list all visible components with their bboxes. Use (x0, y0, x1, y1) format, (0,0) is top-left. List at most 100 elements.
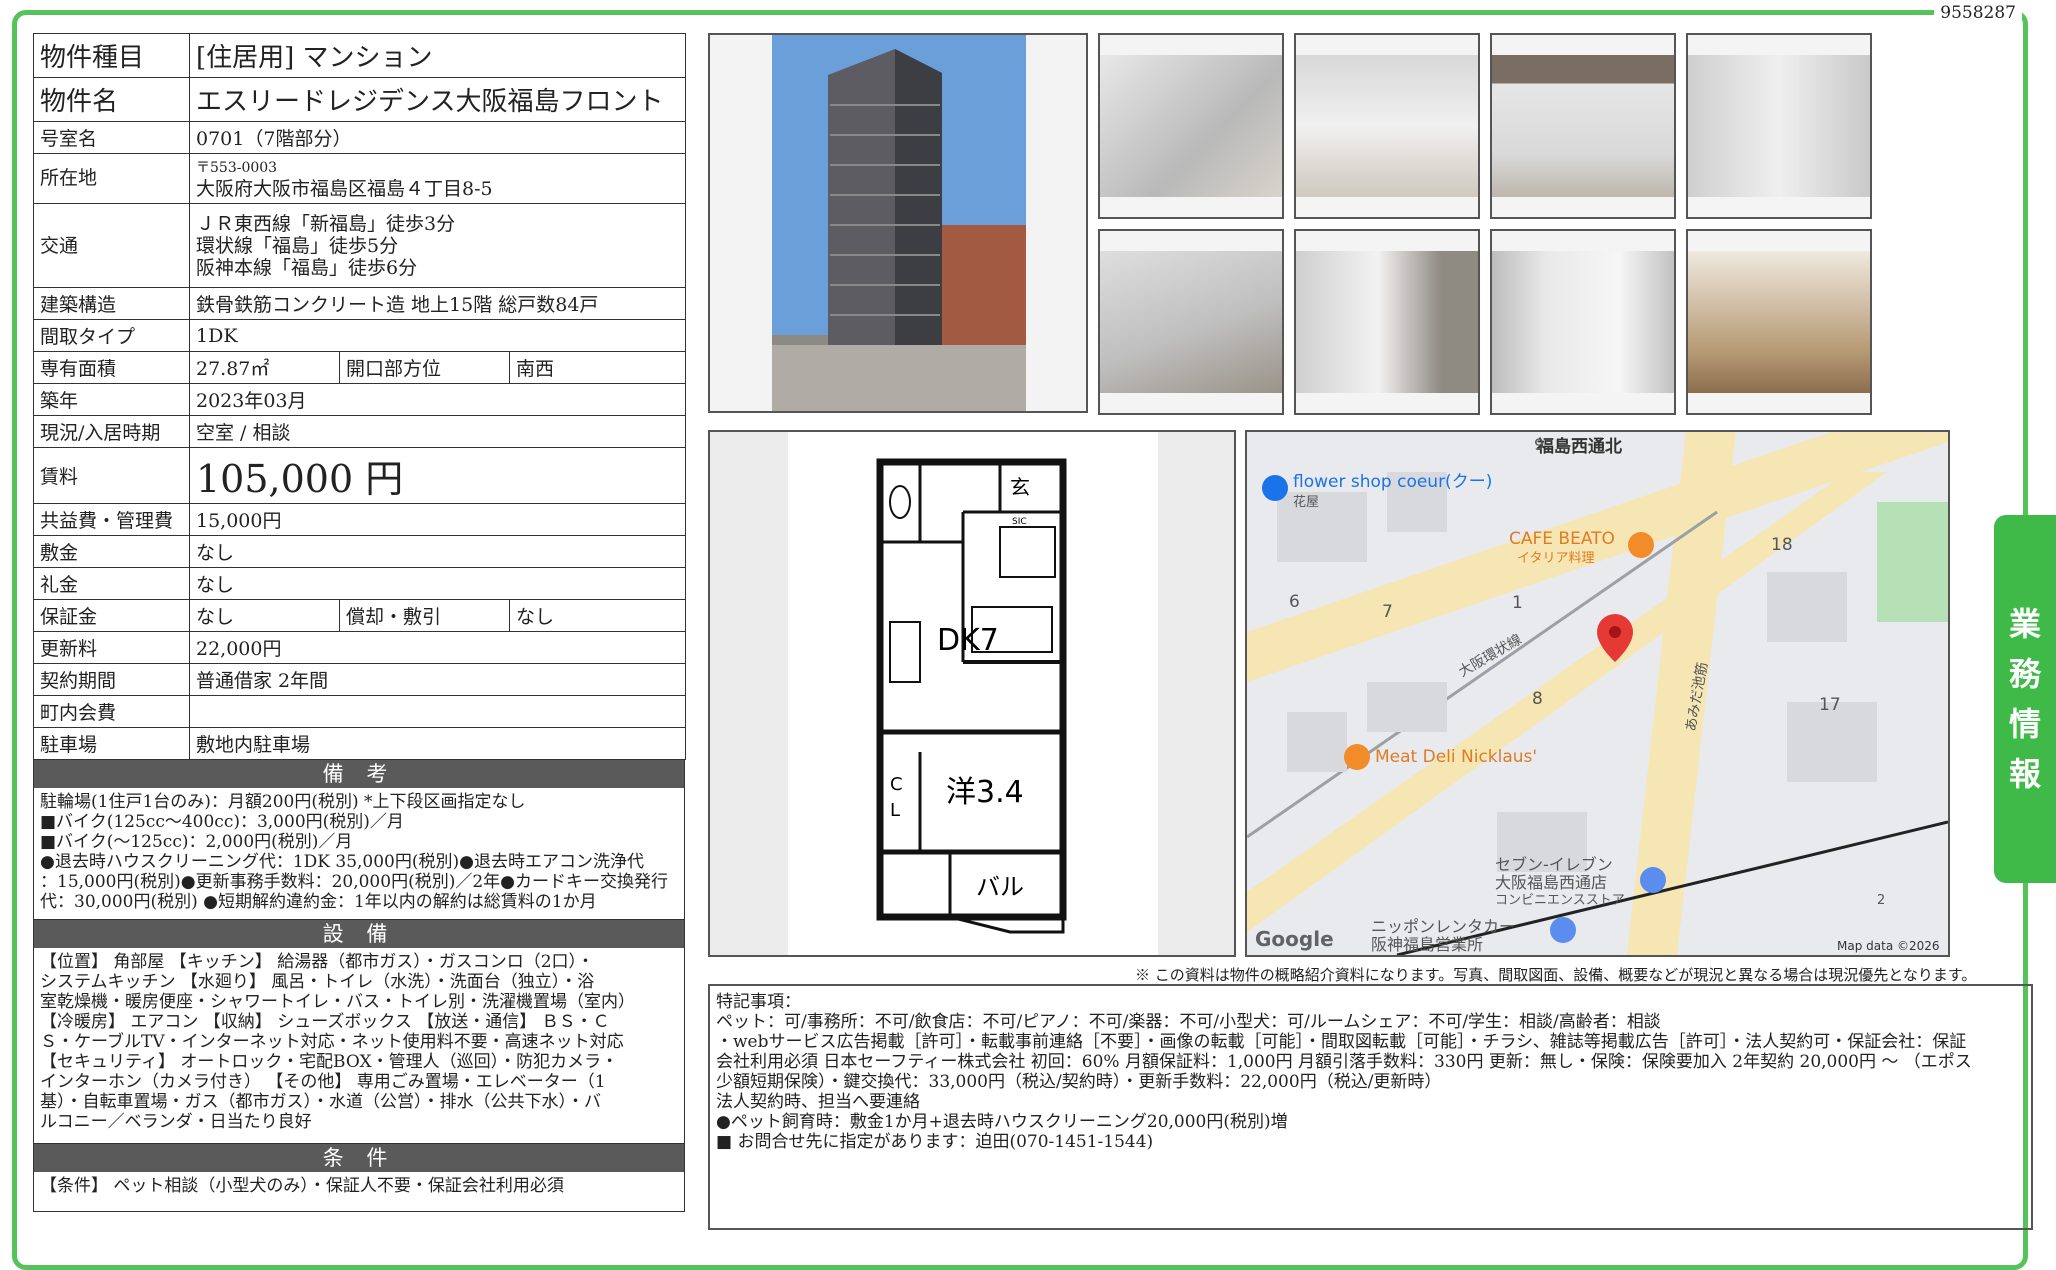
rent-value: 105,000 円 (189, 447, 686, 504)
traffic-line: 阪神本線「福島」徒歩6分 (196, 256, 418, 279)
remarks-line: 駐輪場(1住戸1台のみ)：月額200円(税別) *上下段区画指定なし (40, 792, 526, 812)
washroom-photo (1686, 33, 1872, 219)
map-label: 大阪福島西通店 (1495, 873, 1607, 892)
map-label: ニッポンレンタカー (1371, 917, 1515, 936)
label: 築年 (33, 383, 190, 416)
remarks-line: 代：30,000円(税別) ●短期解約違約金：1年以内の解約は総賃料の1か月 (40, 892, 597, 912)
equipment-body: 【位置】 角部屋 【キッチン】 給湯器（都市ガス）・ガスコンロ（2口）・ システ… (33, 948, 685, 1144)
row-parking: 駐車場 敷地内駐車場 (33, 727, 686, 760)
tab-char: 務 (2008, 655, 2041, 693)
map-label: セブン-イレブン (1495, 855, 1613, 874)
traffic-line: 環状線「福島」徒歩5分 (196, 234, 399, 257)
label: 間取タイプ (33, 319, 190, 352)
equipment-line: 室乾燥機・暖房便座・シャワートイレ・バス・トイレ別・洗濯機置場（室内） (40, 992, 635, 1012)
remarks-body: 駐輪場(1住戸1台のみ)：月額200円(税別) *上下段区画指定なし ■バイク(… (33, 788, 685, 920)
notes-line: 少額短期保険）・鍵交換代：33,000円（税込/契約時）・更新手数料：22,00… (716, 1072, 1442, 1092)
room-photo (1098, 33, 1284, 219)
label: 償却・敷引 (339, 599, 510, 632)
map-label: 花屋 (1293, 494, 1319, 510)
label: 礼金 (33, 567, 190, 600)
label: 駐車場 (33, 727, 190, 760)
map-label: コンビニエンスストア (1495, 893, 1625, 908)
row-built: 築年 2023年03月 (33, 383, 686, 416)
label: 建築構造 (33, 287, 190, 320)
zip-code: 〒553-0003 (196, 159, 278, 176)
value: 鉄骨鉄筋コンクリート造 地上15階 総戸数84戸 (189, 287, 686, 320)
map-attribution: Map data ©2026 (1837, 939, 1940, 953)
value: 15,000円 (189, 503, 686, 536)
row-guarantee: 保証金 なし 償却・敷引 なし (33, 599, 686, 632)
google-logo: Google (1255, 927, 1334, 951)
map-number: 18 (1771, 535, 1793, 555)
value: 1DK (189, 319, 686, 352)
value (189, 695, 686, 728)
row-layout: 間取タイプ 1DK (33, 319, 686, 352)
remarks-line: ■バイク(125cc〜400cc)：3,000円(税別)／月 (40, 812, 404, 832)
remarks-line: ■バイク(〜125cc)：2,000円(税別)／月 (40, 832, 353, 852)
map-label: CAFE BEATO (1509, 529, 1615, 549)
value: 普通借家 2年間 (189, 663, 686, 696)
label: 現況/入居時期 (33, 415, 190, 448)
conditions-heading: 条 件 (33, 1144, 685, 1172)
value: エスリードレジデンス大阪福島フロント (189, 77, 686, 122)
notes-line: ●ペット飼育時：敷金1か月+退去時ハウスクリーニング20,000円(税別)増 (716, 1112, 1288, 1132)
map-drawing: 福島西通北 flower shop coeur(クー) 花屋 CAFE BEAT… (1247, 432, 1948, 955)
row-type: 物件種目 [住居用] マンション (33, 33, 686, 78)
map-label: 福島西通北 (1536, 436, 1622, 457)
closet-photo (1490, 229, 1676, 415)
map-number: 7 (1382, 602, 1393, 622)
map-label: イタリア料理 (1517, 551, 1594, 566)
row-address: 所在地 〒553-0003 大阪府大阪市福島区福島４丁目8-5 (33, 153, 686, 204)
corridor-photo (1294, 229, 1480, 415)
living-room-photo (1686, 229, 1872, 415)
row-traffic: 交通 ＪＲ東西線「新福島」徒歩3分 環状線「福島」徒歩5分 阪神本線「福島」徒歩… (33, 203, 686, 288)
label: 物件名 (33, 77, 190, 122)
label: 敷金 (33, 535, 190, 568)
row-town: 町内会費 (33, 695, 686, 728)
map-number: 6 (1289, 592, 1300, 612)
spec-table: 物件種目 [住居用] マンション 物件名 エスリードレジデンス大阪福島フロント … (33, 33, 686, 760)
conditions-body: 【条件】 ペット相談（小型犬のみ）・保証人不要・保証会社利用必須 (33, 1172, 685, 1212)
notes-line: 会社利用必須 日本セーフティー株式会社 初回：60% 月額保証料：1,000円 … (716, 1052, 1972, 1072)
toilet-photo (1294, 33, 1480, 219)
document-id: 9558287 (1934, 3, 2022, 23)
row-keymoney: 礼金 なし (33, 567, 686, 600)
value: 空室 / 相談 (189, 415, 686, 448)
label: 専有面積 (33, 351, 190, 384)
equipment-line: Ｓ・ケーブルTV・インターネット対応・ネット使用料不要・高速ネット対応 (40, 1032, 624, 1052)
value: 敷地内駐車場 (189, 727, 686, 760)
equipment-line: ルコニー／ベランダ・日当たり良好 (40, 1112, 312, 1132)
label: 号室名 (33, 121, 190, 154)
building-photo-image (710, 35, 1086, 411)
tab-char: 業 (2008, 605, 2041, 643)
value: [住居用] マンション (189, 33, 686, 78)
value: 22,000円 (189, 631, 686, 664)
value: 〒553-0003 大阪府大阪市福島区福島４丁目8-5 (189, 153, 686, 204)
remarks-line: ●退去時ハウスクリーニング代：1DK 35,000円(税別)●退去時エアコン洗浄… (40, 852, 644, 872)
value: なし (509, 599, 686, 632)
label: 所在地 (33, 153, 190, 204)
western-room-label: 洋3.4 (946, 775, 1024, 810)
value: 南西 (509, 351, 686, 384)
equipment-line: システムキッチン 【水廻り】 風呂・トイレ（水洗）・洗面台（独立）・浴 (40, 972, 595, 992)
row-rent: 賃料 105,000 円 (33, 447, 686, 504)
tab-char: 報 (2008, 755, 2041, 793)
value: なし (189, 535, 686, 568)
business-info-tab[interactable]: 業 務 情 報 (1994, 515, 2056, 883)
balcony-label: バル (976, 873, 1024, 901)
label: 交通 (33, 203, 190, 288)
sic-label: SIC (1012, 517, 1027, 527)
notes-line: 法人契約時、担当へ要連絡 (716, 1092, 920, 1112)
map-label: flower shop coeur(クー) (1293, 472, 1492, 492)
floor-plan: DK7 洋3.4 バル 玄 SIC C L (708, 430, 1236, 957)
location-map[interactable]: 福島西通北 flower shop coeur(クー) 花屋 CAFE BEAT… (1245, 430, 1950, 957)
value: 2023年03月 (189, 383, 686, 416)
notes-line: ■ お問合せ先に指定があります：迫田(070-1451-1544) (716, 1132, 1154, 1152)
row-contract: 契約期間 普通借家 2年間 (33, 663, 686, 696)
map-number: 1 (1512, 593, 1523, 613)
tab-char: 情 (2008, 705, 2041, 743)
equipment-heading: 設 備 (33, 920, 685, 948)
label: 物件種目 (33, 33, 190, 78)
value: 27.87㎡ (189, 351, 340, 384)
traffic-line: ＪＲ東西線「新福島」徒歩3分 (196, 212, 456, 235)
